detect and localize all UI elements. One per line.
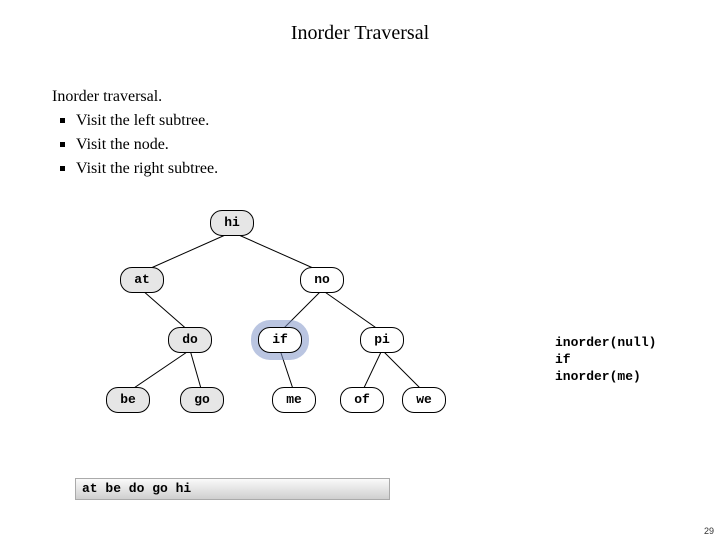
tree-node-at: at <box>120 267 164 293</box>
tree-node-go: go <box>180 387 224 413</box>
tree-node-we: we <box>402 387 446 413</box>
callstack-line: if <box>555 352 695 369</box>
tree-node-hi: hi <box>210 210 254 236</box>
bullet-item: Visit the right subtree. <box>56 157 218 181</box>
callstack-line: inorder(null) <box>555 335 695 352</box>
bullet-item: Visit the node. <box>56 133 218 157</box>
desc-heading: Inorder traversal. <box>52 85 218 109</box>
description: Inorder traversal. Visit the left subtre… <box>52 85 218 181</box>
tree-node-no: no <box>300 267 344 293</box>
tree-node-pi: pi <box>360 327 404 353</box>
tree-node-if: if <box>258 327 302 353</box>
bullet-item: Visit the left subtree. <box>56 109 218 133</box>
page-title: Inorder Traversal <box>0 0 720 45</box>
tree-node-of: of <box>340 387 384 413</box>
page-number: 29 <box>704 526 714 536</box>
callstack-line: inorder(me) <box>555 369 695 386</box>
tree-node-do: do <box>168 327 212 353</box>
tree-node-be: be <box>106 387 150 413</box>
output-sequence: at be do go hi <box>75 478 390 500</box>
tree-node-me: me <box>272 387 316 413</box>
call-stack: inorder(null) if inorder(me) <box>555 335 695 386</box>
tree-diagram: hi at no do if pi be go me of we <box>80 210 500 450</box>
